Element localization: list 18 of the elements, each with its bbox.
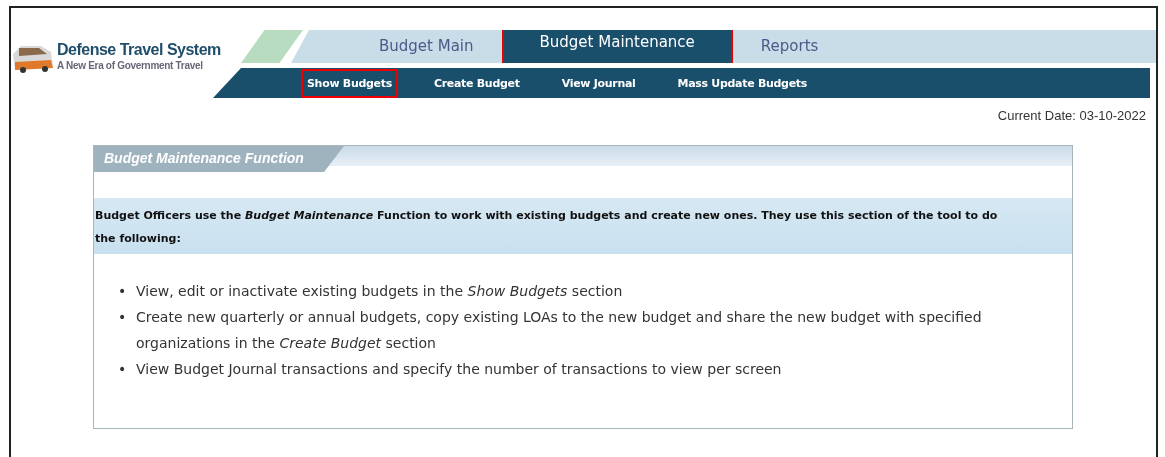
nav-tab[interactable]: Reports [732,30,847,63]
subnav-link[interactable]: Create Budget [427,68,526,98]
tab-bar-accent [241,30,303,63]
panel-title: Budget Maintenance Function [94,146,344,172]
logo-tagline: A New Era of Government Travel [57,60,204,71]
bullet-item: View Budget Journal transactions and specify the number of transactions to view per screen [136,360,783,379]
bullet-marker: • [118,360,128,379]
current-date: Current Date: 03-10-2022 [996,107,1147,123]
subnav-link[interactable]: Mass Update Budgets [671,68,813,98]
bullet-marker: • [118,308,128,327]
bullet-item: View, edit or inactivate existing budgets in the Show Budgets section [136,282,624,301]
bullet-item: Create new quarterly or annual budgets, copy existing LOAs to the new budget and share the new budget with specified organizations in the Create Budget section [136,308,983,353]
bullet-marker: • [118,282,128,301]
nav-tab[interactable]: Budget Main [351,30,502,63]
logo-title: Defense Travel System [57,40,221,60]
subnav-link[interactable]: Show Budgets [301,68,398,98]
intro-text: Budget Officers use the Budget Maintenance Function to work with existing budgets and create new ones. They use this section of the tool to do the following: [95,209,998,245]
subnav-link[interactable]: View Journal [555,68,642,98]
